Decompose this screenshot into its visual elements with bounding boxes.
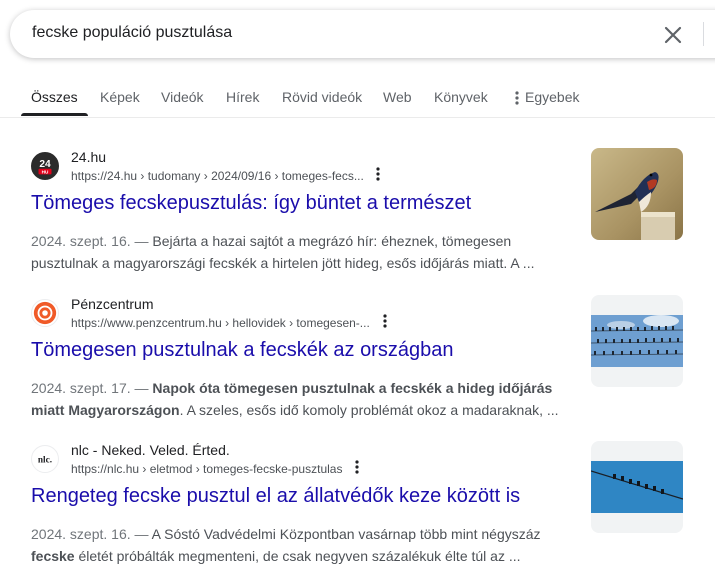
result-url[interactable]: https://nlc.hu › eletmod › tomeges-fecsk… [71,462,342,476]
result-url[interactable]: https://24.hu › tudomany › 2024/09/16 › … [71,169,364,183]
more-vert-icon [376,167,380,181]
tab-more[interactable]: Egyebek [515,89,579,105]
site-favicon-nlc: nlc. [31,445,59,473]
svg-text:nlc.: nlc. [38,456,52,466]
tab-web[interactable]: Web [383,89,412,105]
swallows-on-wires-image [591,295,683,387]
tabs-divider [0,117,715,118]
penzcentrum-logo-icon [33,301,57,325]
svg-text:24: 24 [39,159,51,170]
svg-text:HU: HU [42,169,49,174]
search-result: nlc. nlc - Neked. Veled. Érted. https://… [31,442,591,567]
result-thumbnail-swallow[interactable] [591,148,683,240]
swallow-on-post-image [591,148,683,240]
nlc-logo-icon: nlc. [38,456,52,466]
snippet-text: életét próbálták megmenteni, de csak neg… [74,548,521,564]
tab-images[interactable]: Képek [100,89,140,105]
result-url[interactable]: https://www.penzcentrum.hu › hellovidek … [71,316,370,330]
tab-all[interactable]: Összes [31,89,78,105]
result-date: 2024. szept. 16. — [31,526,149,542]
result-site-name[interactable]: nlc - Neked. Veled. Érted. [71,442,230,458]
search-input[interactable]: fecske populáció pusztulása [32,24,232,42]
snippet-text: pusztulnak a magyarországi fecskék a hir… [31,255,535,271]
result-title-link[interactable]: Tömeges fecskepusztulás: így büntet a te… [31,192,471,215]
result-site-name[interactable]: 24.hu [71,149,106,165]
tab-books[interactable]: Könyvek [434,89,488,105]
search-result: 24 HU 24.hu https://24.hu › tudomany › 2… [31,149,591,274]
snippet-text: . A szeles, esős idő komoly problémát ok… [179,402,559,418]
clear-search-button[interactable] [660,22,686,48]
result-options-button[interactable] [377,311,393,331]
result-date: 2024. szept. 16. — [31,233,149,249]
snippet-text: Bejárta a hazai sajtót a megrázó hír: éh… [148,233,512,249]
result-thumbnail-swallows-on-wires[interactable] [591,295,683,387]
swallows-on-wire-image [591,441,683,533]
site-favicon-penzcentrum [31,299,59,327]
site-favicon-24hu: 24 HU [31,152,59,180]
more-vert-icon [515,91,519,105]
more-vert-icon [355,460,359,474]
result-snippet: 2024. szept. 16. — A Sóstó Vadvédelmi Kö… [31,523,571,567]
search-result: Pénzcentrum https://www.penzcentrum.hu ›… [31,296,591,421]
result-date: 2024. szept. 17. — [31,380,149,396]
snippet-highlight: Napok óta tömegesen pusztulnak a fecskék… [148,380,553,396]
search-bar[interactable]: fecske populáció pusztulása [10,10,715,58]
result-title-link[interactable]: Tömegesen pusztulnak a fecskék az ország… [31,339,453,362]
result-site-name[interactable]: Pénzcentrum [71,296,153,312]
snippet-text: A Sóstó Vadvédelmi Központban vasárnap t… [148,526,541,542]
result-title-link[interactable]: Rengeteg fecske pusztul el az állatvédők… [31,485,520,508]
more-vert-icon [383,314,387,328]
tab-more-label: Egyebek [525,89,580,105]
search-tabs: Összes Képek Videók Hírek Rövid videók W… [0,80,715,118]
close-icon [664,26,682,44]
search-bar-divider [703,22,704,46]
result-options-button[interactable] [370,164,386,184]
tab-short-videos[interactable]: Rövid videók [282,89,362,105]
tab-videos[interactable]: Videók [161,89,204,105]
result-thumbnail-swallows-on-wire[interactable] [591,441,683,533]
snippet-highlight: fecske [31,548,75,564]
24hu-logo-icon: 24 HU [38,159,52,174]
active-tab-indicator [21,113,88,116]
result-options-button[interactable] [349,457,365,477]
result-snippet: 2024. szept. 16. — Bejárta a hazai sajtó… [31,230,571,274]
result-snippet: 2024. szept. 17. — Napok óta tömegesen p… [31,377,571,421]
snippet-highlight: miatt Magyarországon [31,402,180,418]
tab-news[interactable]: Hírek [226,89,259,105]
